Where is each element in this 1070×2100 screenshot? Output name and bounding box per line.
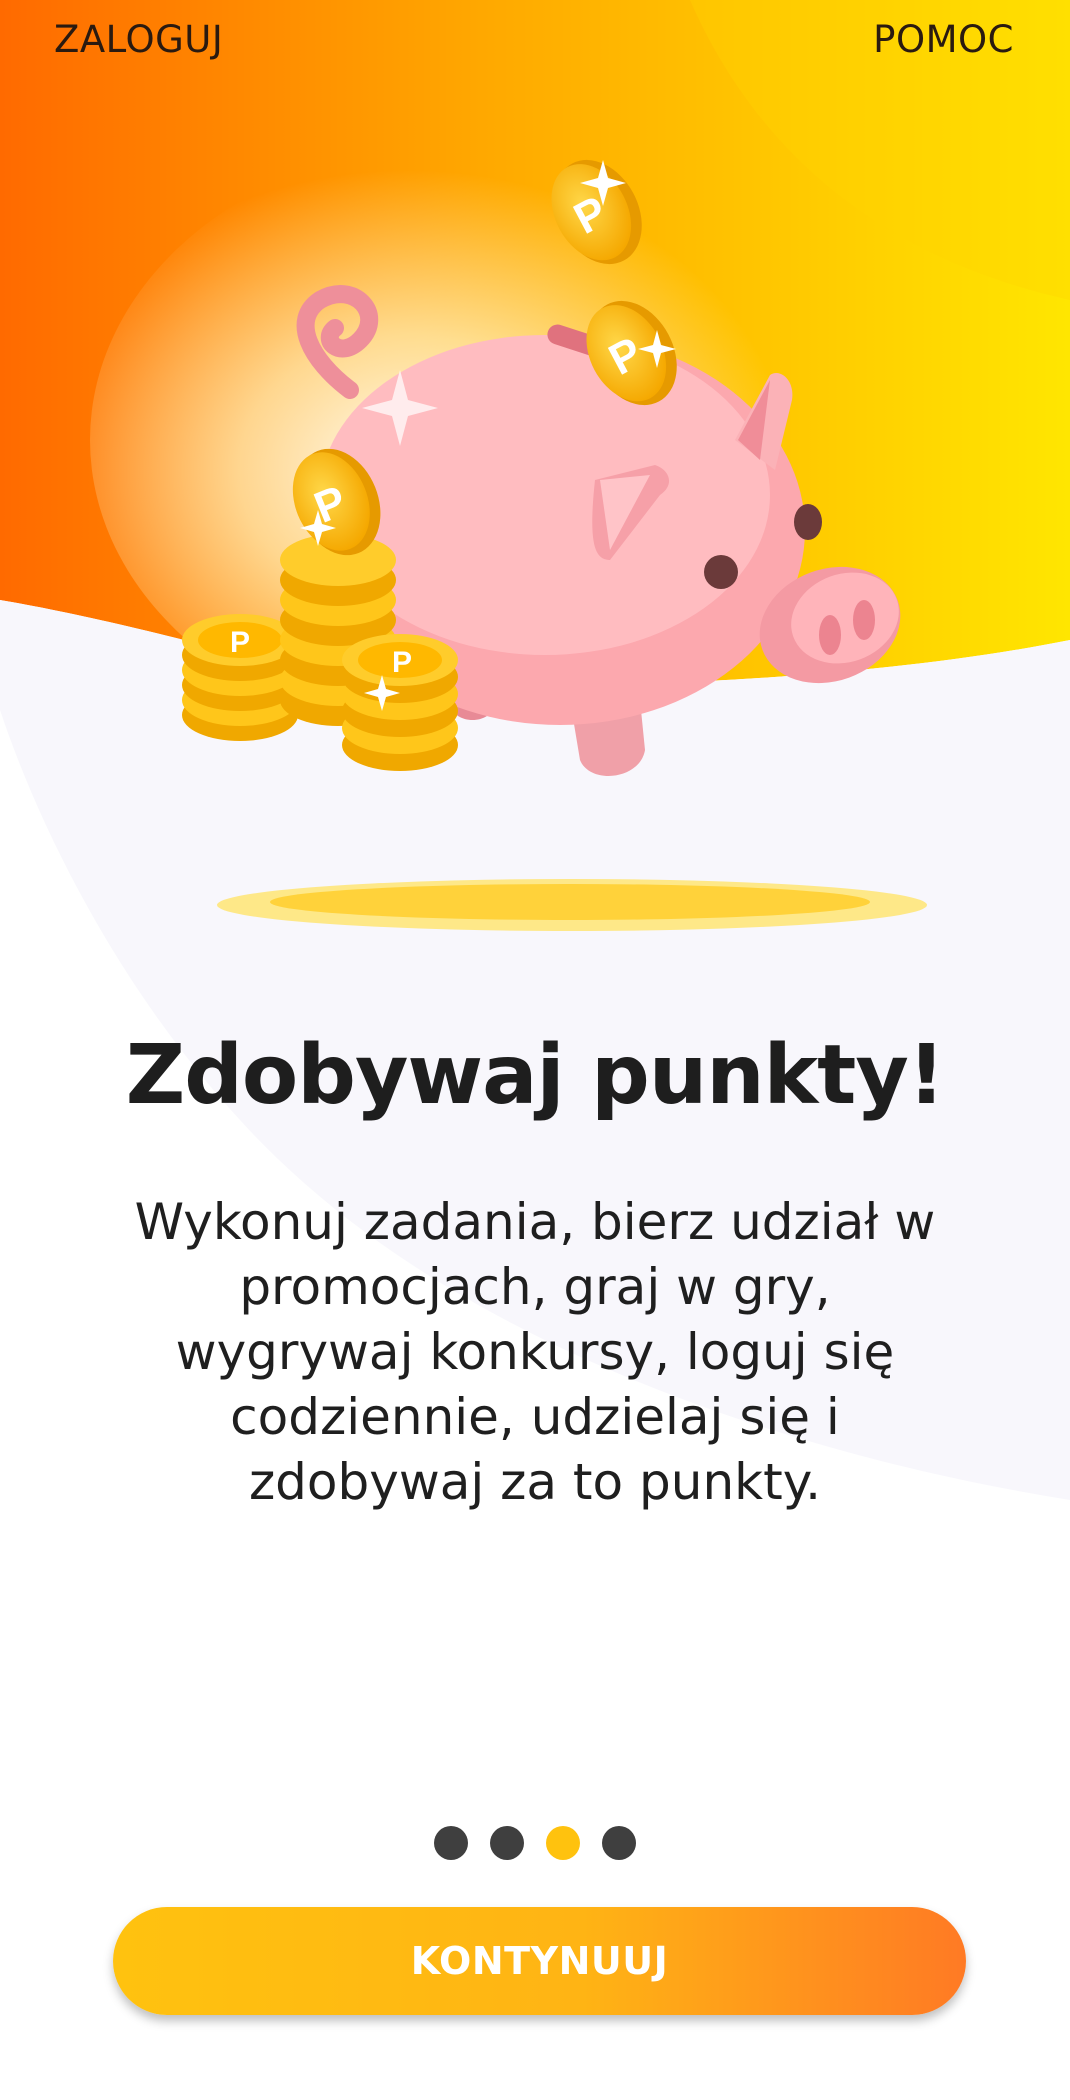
pig-tail [296, 285, 379, 399]
coin-stack-right: P [342, 634, 458, 771]
pig-eye [704, 555, 738, 589]
pager-dot[interactable] [434, 1826, 468, 1860]
coin-icon: P [551, 159, 642, 265]
pig-eye [794, 504, 822, 540]
login-link[interactable]: ZALOGUJ [54, 18, 223, 61]
description-text: Wykonuj zadania, bierz udział w promocja… [134, 1193, 936, 1511]
coin-shadow-puddle [217, 879, 927, 931]
continue-button[interactable]: KONTYNUUJ [113, 1907, 966, 2015]
piggy-bank-illustration: P P P P P [182, 159, 927, 931]
coin-symbol: P [230, 626, 250, 659]
pager-dots [0, 1826, 1070, 1860]
page-title: Zdobywaj punkty! [125, 1028, 945, 1123]
pager-dot[interactable] [602, 1826, 636, 1860]
help-link[interactable]: POMOC [873, 18, 1014, 61]
coin-symbol: P [392, 646, 412, 679]
pager-dot-active[interactable] [546, 1826, 580, 1860]
pager-dot[interactable] [490, 1826, 524, 1860]
